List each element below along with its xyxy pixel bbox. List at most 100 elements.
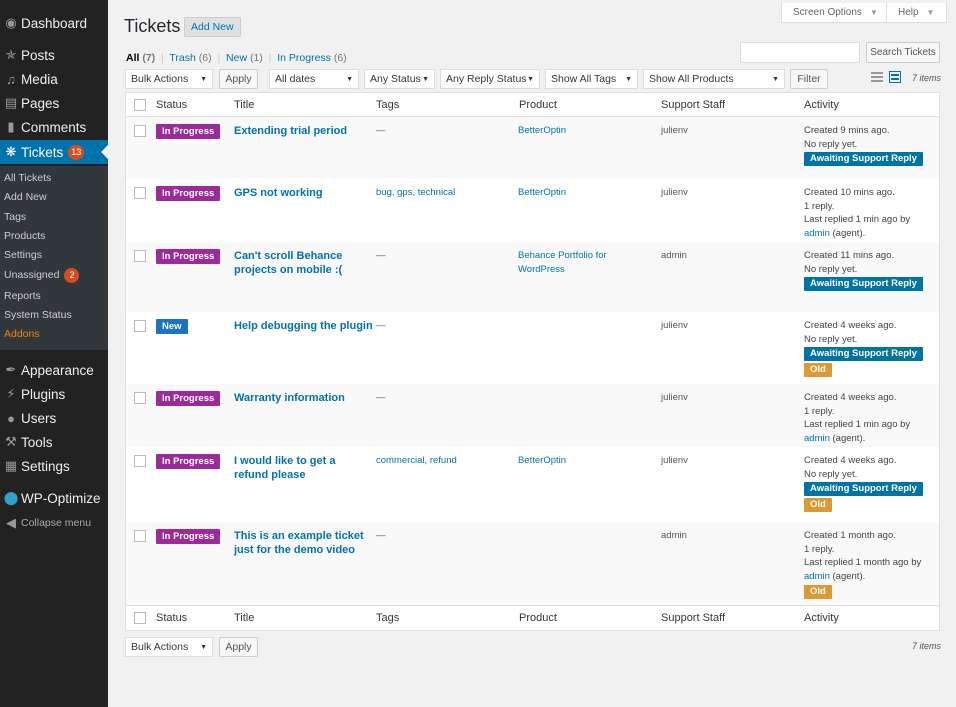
excerpt-view-icon[interactable] bbox=[889, 71, 901, 83]
dates-select[interactable]: All dates ▼ bbox=[269, 69, 359, 89]
filter-trash[interactable]: Trash (6) bbox=[169, 52, 211, 64]
ticket-icon: ❋ bbox=[5, 144, 17, 159]
table-row: In Progress Warranty information — julie… bbox=[126, 384, 939, 447]
active-arrow bbox=[101, 145, 108, 159]
submenu-unassigned[interactable]: Unassigned 2 bbox=[4, 268, 80, 283]
agent-link[interactable]: admin bbox=[804, 433, 830, 444]
apply-button[interactable]: Apply bbox=[219, 69, 258, 89]
dropdown-arrow-icon: ▼ bbox=[346, 75, 353, 83]
status-filter-links: All (7) | Trash (6) | New (1) | In Progr… bbox=[126, 52, 347, 64]
awaiting-reply-badge: Awaiting Support Reply bbox=[804, 277, 923, 291]
bulk-actions-select-bottom[interactable]: Bulk Actions ▼ bbox=[125, 637, 213, 657]
submenu-add-new[interactable]: Add New bbox=[4, 191, 47, 203]
ticket-product-link[interactable]: BetterOptin bbox=[518, 186, 643, 200]
status-select[interactable]: Any Status ▼ bbox=[364, 69, 435, 89]
column-title[interactable]: Title bbox=[234, 99, 254, 111]
select-all-checkbox[interactable] bbox=[134, 99, 146, 111]
agent-link[interactable]: admin bbox=[804, 228, 830, 239]
column-title[interactable]: Title bbox=[234, 612, 254, 624]
filter-button[interactable]: Filter bbox=[790, 69, 828, 89]
ticket-title-link[interactable]: Help debugging the plugin bbox=[234, 319, 374, 333]
menu-item-comments[interactable]: ▮ Comments bbox=[0, 115, 108, 139]
menu-item-settings[interactable]: ▦ Settings bbox=[0, 454, 108, 478]
submenu-settings[interactable]: Settings bbox=[4, 249, 42, 261]
items-count: 7 items bbox=[912, 73, 942, 83]
agent-link[interactable]: admin bbox=[804, 571, 830, 582]
row-checkbox[interactable] bbox=[134, 392, 146, 404]
row-checkbox[interactable] bbox=[134, 187, 146, 199]
ticket-title-link[interactable]: Warranty information bbox=[234, 391, 369, 405]
add-new-button[interactable]: Add New bbox=[184, 17, 241, 37]
apply-button-bottom[interactable]: Apply bbox=[219, 637, 258, 657]
menu-item-media[interactable]: ♫ Media bbox=[0, 67, 108, 91]
dropdown-arrow-icon: ▼ bbox=[527, 75, 534, 83]
submenu-products[interactable]: Products bbox=[4, 230, 45, 242]
menu-item-tools[interactable]: ⚒ Tools bbox=[0, 430, 108, 454]
ticket-product-link[interactable]: BetterOptin bbox=[518, 454, 643, 468]
ticket-activity: Created 11 mins ago. No reply yet. Await… bbox=[804, 249, 934, 291]
ticket-product-link[interactable]: Behance Portfolio for WordPress bbox=[518, 249, 643, 277]
search-tickets-button[interactable]: Search Tickets bbox=[866, 42, 940, 63]
ticket-title-link[interactable]: I would like to get a refund please bbox=[234, 454, 344, 482]
submenu-reports[interactable]: Reports bbox=[4, 290, 41, 302]
ticket-tags-links[interactable]: bug, gps, technical bbox=[376, 187, 511, 198]
menu-item-appearance[interactable]: ✒ Appearance bbox=[0, 358, 108, 382]
menu-item-posts[interactable]: ✯ Posts bbox=[0, 43, 108, 67]
table-row: In Progress Can't scroll Behance project… bbox=[126, 242, 939, 312]
ticket-staff: admin bbox=[661, 530, 687, 541]
menu-item-wp-optimize[interactable]: ⬤ WP-Optimize bbox=[0, 486, 108, 510]
reply-status-select[interactable]: Any Reply Status ▼ bbox=[440, 69, 540, 89]
menu-item-tickets[interactable]: ❋ Tickets 13 bbox=[0, 140, 108, 164]
row-checkbox[interactable] bbox=[134, 250, 146, 262]
ticket-tags-links[interactable]: commercial, refund bbox=[376, 455, 511, 466]
column-activity[interactable]: Activity bbox=[804, 612, 839, 624]
submenu-system-status[interactable]: System Status bbox=[4, 309, 72, 321]
menu-item-users[interactable]: ● Users bbox=[0, 406, 108, 430]
row-checkbox[interactable] bbox=[134, 530, 146, 542]
row-checkbox[interactable] bbox=[134, 320, 146, 332]
row-checkbox[interactable] bbox=[134, 455, 146, 467]
status-badge: In Progress bbox=[156, 454, 221, 469]
dropdown-arrow-icon: ▼ bbox=[625, 75, 632, 83]
ticket-tags: — bbox=[376, 125, 386, 136]
column-support-staff: Support Staff bbox=[661, 99, 726, 111]
ticket-title-link[interactable]: Extending trial period bbox=[234, 124, 369, 138]
submenu-addons[interactable]: Addons bbox=[4, 328, 40, 340]
tags-select[interactable]: Show All Tags ▼ bbox=[545, 69, 638, 89]
row-checkbox[interactable] bbox=[134, 125, 146, 137]
table-footer: Status Title Tags Product Support Staff … bbox=[126, 605, 939, 629]
bulk-actions-select[interactable]: Bulk Actions ▼ bbox=[125, 69, 213, 89]
products-select[interactable]: Show All Products ▼ bbox=[643, 69, 785, 89]
status-badge: New bbox=[156, 319, 188, 334]
status-badge: In Progress bbox=[156, 186, 221, 201]
filter-all[interactable]: All (7) bbox=[126, 52, 155, 64]
column-product: Product bbox=[519, 612, 557, 624]
collapse-menu[interactable]: ◀ Collapse menu bbox=[0, 511, 108, 535]
select-all-checkbox-footer[interactable] bbox=[134, 612, 146, 624]
ticket-title-link[interactable]: This is an example ticket just for the d… bbox=[234, 529, 364, 557]
search-input[interactable] bbox=[740, 42, 860, 63]
column-status[interactable]: Status bbox=[156, 99, 187, 111]
ticket-title-link[interactable]: Can't scroll Behance projects on mobile … bbox=[234, 249, 369, 277]
menu-item-plugins[interactable]: ⚡ Plugins bbox=[0, 382, 108, 406]
filter-in-progress[interactable]: In Progress (6) bbox=[277, 52, 346, 64]
column-activity[interactable]: Activity bbox=[804, 99, 839, 111]
column-status[interactable]: Status bbox=[156, 612, 187, 624]
status-badge: In Progress bbox=[156, 529, 221, 544]
list-view-icon[interactable] bbox=[871, 71, 883, 83]
screen-options-tab[interactable]: Screen Options ▼ bbox=[781, 3, 890, 23]
table-row: In Progress GPS not working bug, gps, te… bbox=[126, 179, 939, 242]
menu-item-pages[interactable]: ▤ Pages bbox=[0, 91, 108, 115]
menu-item-dashboard[interactable]: ◉ Dashboard bbox=[0, 11, 108, 35]
help-tab[interactable]: Help ▼ bbox=[886, 3, 947, 23]
awaiting-reply-badge: Awaiting Support Reply bbox=[804, 152, 923, 166]
filter-new[interactable]: New (1) bbox=[226, 52, 263, 64]
dropdown-arrow-icon: ▼ bbox=[200, 643, 207, 651]
table-row: In Progress I would like to get a refund… bbox=[126, 447, 939, 522]
submenu-tags[interactable]: Tags bbox=[4, 211, 26, 223]
ticket-title-link[interactable]: GPS not working bbox=[234, 186, 369, 200]
ticket-tags: — bbox=[376, 392, 386, 403]
ticket-staff: julienv bbox=[661, 125, 688, 136]
submenu-all-tickets[interactable]: All Tickets bbox=[4, 172, 51, 184]
ticket-product-link[interactable]: BetterOptin bbox=[518, 124, 643, 138]
